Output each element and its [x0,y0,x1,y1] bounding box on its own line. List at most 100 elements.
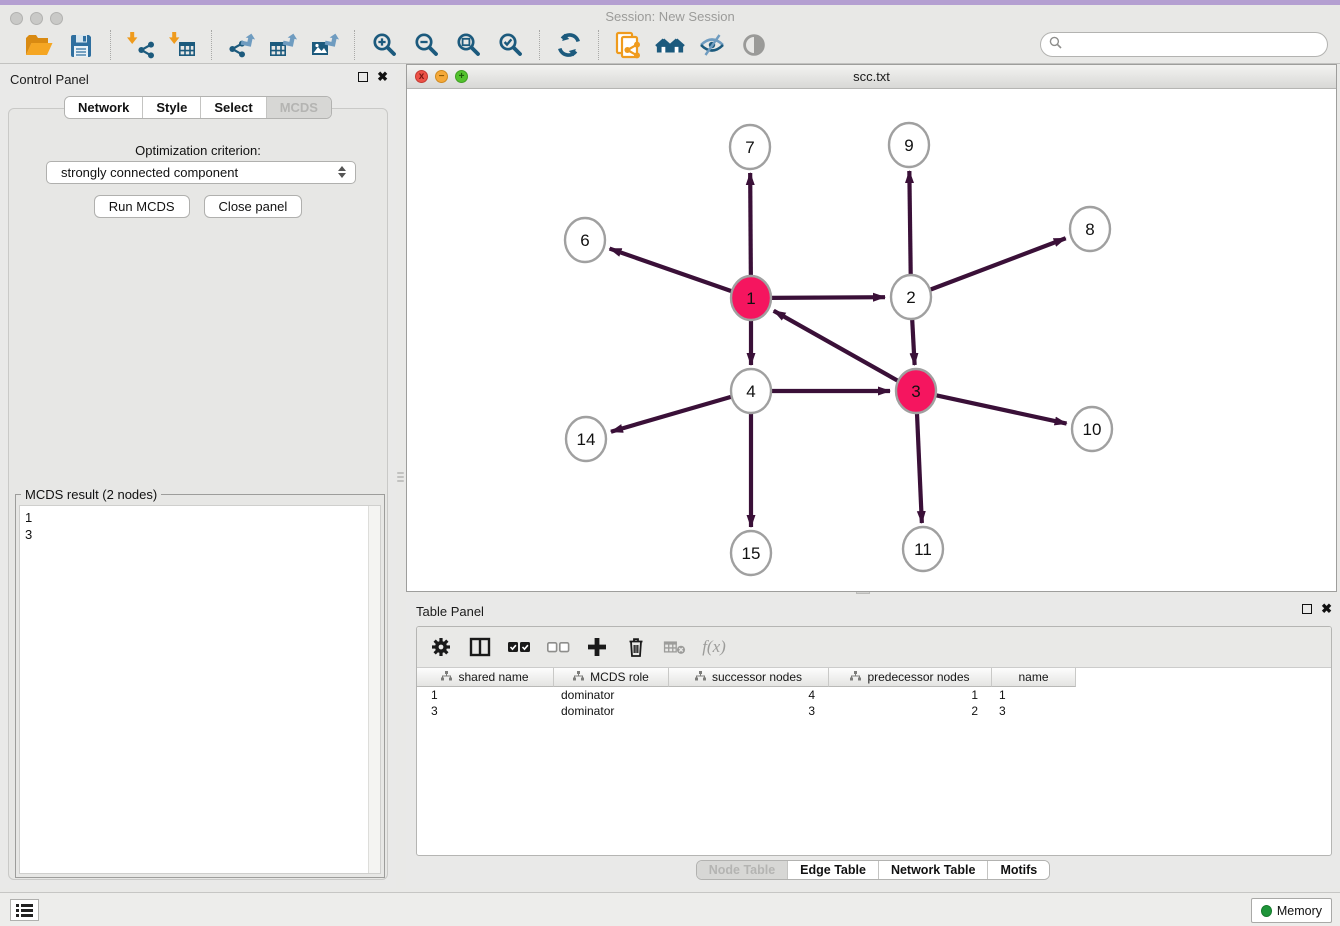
network-window-titlebar[interactable]: x − + scc.txt [407,65,1336,89]
table-row[interactable]: 3dominator323 [417,703,1331,719]
refresh-network-icon[interactable] [554,30,584,60]
cell-predecessor-nodes[interactable]: 1 [829,687,992,703]
control-panel-title: Control Panel [10,72,89,87]
search-box[interactable] [1040,32,1328,57]
zoom-fit-icon[interactable] [453,30,483,60]
zoom-in-icon[interactable] [369,30,399,60]
search-icon [1049,36,1062,54]
table-tab-edge-table[interactable]: Edge Table [788,861,879,879]
edge-1-7[interactable] [750,173,751,278]
result-scrollbar[interactable] [368,506,380,873]
tab-select[interactable]: Select [201,97,266,118]
node-label-1: 1 [746,289,755,308]
tab-style[interactable]: Style [143,97,201,118]
node-label-3: 3 [911,382,920,401]
float-table-panel-icon[interactable] [1302,604,1312,614]
export-network-icon[interactable] [226,30,256,60]
cell-name[interactable]: 1 [992,687,1076,703]
edge-3-1[interactable] [774,311,899,381]
column-header-MCDS-role[interactable]: MCDS role [554,668,669,687]
float-panel-icon[interactable] [358,72,368,82]
function-builder-icon: f(x) [702,635,726,659]
mcds-result-title: MCDS result (2 nodes) [21,487,161,502]
gear-icon[interactable] [429,635,453,659]
column-header-predecessor-nodes[interactable]: predecessor nodes [829,668,992,687]
memory-status-icon [1261,905,1272,917]
status-bar: Memory [0,892,1340,926]
memory-button[interactable]: Memory [1251,898,1332,923]
cell-shared-name[interactable]: 3 [417,703,554,719]
save-session-icon[interactable] [66,30,96,60]
close-table-panel-icon[interactable]: ✖ [1321,604,1332,614]
show-network-overview-icon[interactable] [655,30,685,60]
cell-shared-name[interactable]: 1 [417,687,554,703]
cell-MCDS-role[interactable]: dominator [554,687,669,703]
attribute-icon [695,670,706,684]
attribute-icon [850,670,861,684]
tab-network[interactable]: Network [65,97,143,118]
cell-successor-nodes[interactable]: 4 [669,687,829,703]
deselect-all-icon[interactable] [546,635,570,659]
edge-3-10[interactable] [936,395,1067,423]
node-label-6: 6 [580,231,589,250]
table-tab-node-table[interactable]: Node Table [697,861,788,879]
table-tab-motifs[interactable]: Motifs [988,861,1049,879]
column-header-name[interactable]: name [992,668,1076,687]
columns-icon[interactable] [468,635,492,659]
cell-successor-nodes[interactable]: 3 [669,703,829,719]
node-label-8: 8 [1085,220,1094,239]
cell-MCDS-role[interactable]: dominator [554,703,669,719]
edge-1-2[interactable] [771,297,885,298]
cell-name[interactable]: 3 [992,703,1076,719]
clone-network-icon[interactable] [613,30,643,60]
node-label-2: 2 [906,288,915,307]
network-graph-canvas[interactable]: 7968124314101511 [407,89,1336,591]
run-mcds-button[interactable]: Run MCDS [94,195,190,218]
select-stepper-icon [338,166,346,178]
node-label-10: 10 [1083,420,1102,439]
delete-row-icon[interactable] [624,635,648,659]
window-titlebar: Session: New Session [0,5,1340,26]
table-row[interactable]: 1dominator411 [417,687,1331,703]
edge-1-6[interactable] [610,249,733,292]
add-row-icon[interactable] [585,635,609,659]
memory-label: Memory [1277,904,1322,918]
edge-3-11[interactable] [917,411,922,523]
select-all-icon[interactable] [507,635,531,659]
hide-panels-icon[interactable] [697,30,727,60]
edge-2-8[interactable] [930,238,1066,290]
import-table-icon[interactable] [167,30,197,60]
attribute-icon [573,670,584,684]
edge-4-14[interactable] [611,397,732,432]
tab-mcds[interactable]: MCDS [267,97,331,118]
optimization-criterion-label: Optimization criterion: [9,143,387,158]
export-table-icon[interactable] [268,30,298,60]
close-panel-button[interactable]: Close panel [204,195,303,218]
column-header-shared-name[interactable]: shared name [417,668,554,687]
cell-predecessor-nodes[interactable]: 2 [829,703,992,719]
node-label-7: 7 [745,138,754,157]
close-panel-icon[interactable]: ✖ [377,72,388,82]
criterion-select[interactable]: strongly connected component [46,161,356,184]
vertical-splitter-handle[interactable] [397,464,404,490]
open-session-icon[interactable] [24,30,54,60]
zoom-out-icon[interactable] [411,30,441,60]
table-tab-network-table[interactable]: Network Table [879,861,989,879]
zoom-selected-icon[interactable] [495,30,525,60]
table-panel: Table Panel ✖ f(x) shared nameMCDS roles… [406,596,1340,888]
main-toolbar [0,26,1340,64]
mcds-panel: Optimization criterion: strongly connect… [8,108,388,880]
task-history-button[interactable] [10,899,39,921]
network-window-title: scc.txt [407,69,1336,84]
import-network-icon[interactable] [125,30,155,60]
column-header-successor-nodes[interactable]: successor nodes [669,668,829,687]
search-input[interactable] [1067,37,1317,52]
attribute-icon [441,670,452,684]
mcds-result-fieldset: MCDS result (2 nodes) 1 3 [15,494,385,878]
export-image-icon[interactable] [310,30,340,60]
window-title: Session: New Session [0,9,1340,24]
mcds-result-text[interactable]: 1 3 [19,505,381,874]
toggle-bird-view-icon[interactable] [739,30,769,60]
edge-2-3[interactable] [912,317,915,365]
edge-2-9[interactable] [909,171,910,277]
